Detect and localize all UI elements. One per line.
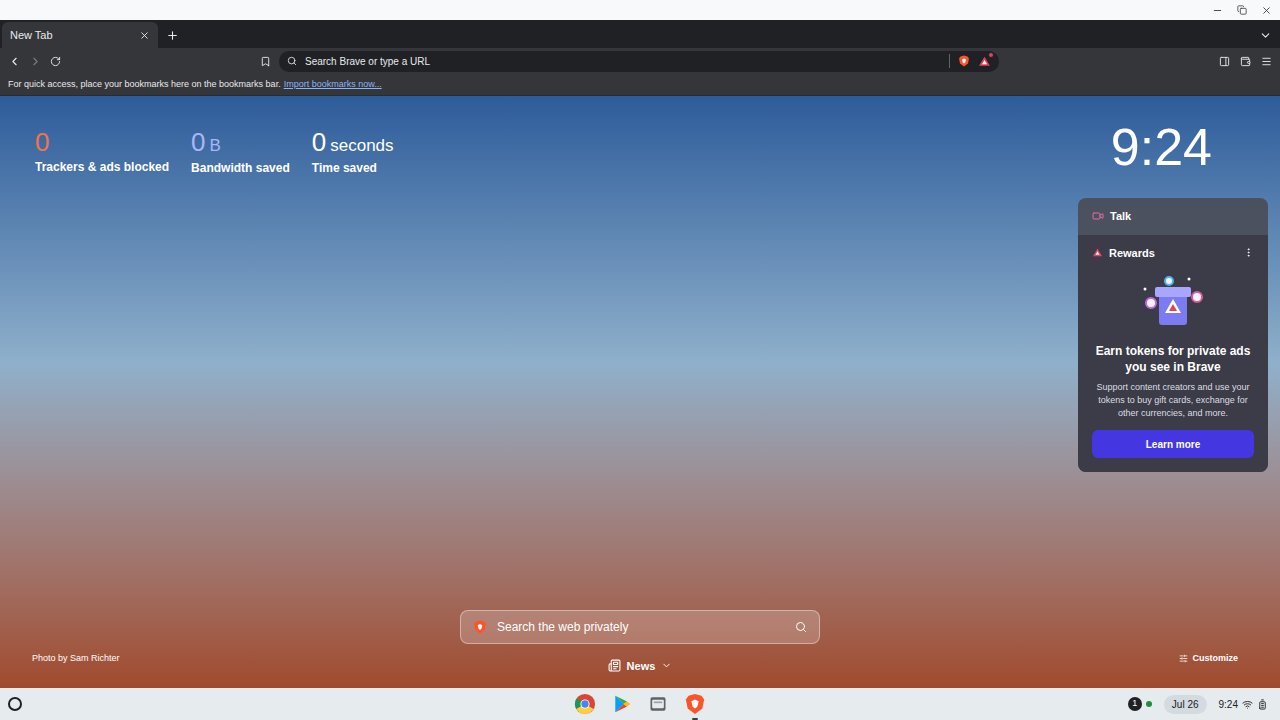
tab-close-icon[interactable] xyxy=(139,30,150,41)
bookmarks-bar: For quick access, place your bookmarks h… xyxy=(0,74,1280,96)
stat-unit: B xyxy=(210,133,221,159)
stat-item: 0Trackers & ads blocked xyxy=(35,126,169,177)
customize-button[interactable]: Customize xyxy=(843,650,1248,666)
stat-item: 0BBandwidth saved xyxy=(191,126,290,177)
learn-more-button[interactable]: Learn more xyxy=(1092,430,1254,458)
back-icon[interactable] xyxy=(8,55,21,68)
running-indicator xyxy=(692,718,698,720)
news-icon xyxy=(608,659,621,672)
bookmarks-message: For quick access, place your bookmarks h… xyxy=(8,78,281,92)
rewards-heading: Earn tokens for private ads you see in B… xyxy=(1092,343,1254,375)
widget-title: Talk xyxy=(1110,208,1131,225)
stat-value: 0 xyxy=(191,126,205,158)
search-brave-icon xyxy=(473,620,487,634)
tab-title: New Tab xyxy=(10,27,53,44)
search-placeholder: Search the web privately xyxy=(497,618,785,636)
widget-menu-icon[interactable] xyxy=(1243,247,1254,258)
photo-credit[interactable]: Photo by Sam Richter xyxy=(32,650,437,666)
widget-card[interactable]: Rewards Earn tokens for private ads you s… xyxy=(1078,235,1268,473)
stat-value: 0 xyxy=(35,126,49,158)
widget-card[interactable]: Talk xyxy=(1078,198,1268,235)
shelf-app[interactable] xyxy=(684,693,706,715)
sidebar-icon[interactable] xyxy=(1219,56,1230,67)
import-bookmarks-link[interactable]: Import bookmarks now... xyxy=(284,78,382,92)
new-tab-page: 0Trackers & ads blocked0BBandwidth saved… xyxy=(0,96,1280,688)
brave-app-icon xyxy=(684,693,706,715)
shelf-date[interactable]: Jul 26 xyxy=(1164,695,1207,714)
reload-icon[interactable] xyxy=(50,56,61,67)
running-indicator xyxy=(619,717,625,719)
search-submit-icon[interactable] xyxy=(795,621,807,633)
notification-area[interactable]: 1 xyxy=(1124,697,1156,711)
notification-count: 1 xyxy=(1128,697,1142,711)
menu-icon[interactable] xyxy=(1261,56,1272,67)
tab-search-icon[interactable] xyxy=(1259,29,1272,42)
system-tray[interactable]: 9:24 xyxy=(1215,697,1272,712)
minimize-icon[interactable] xyxy=(1212,5,1223,16)
status-dot xyxy=(1146,701,1152,707)
shields-icon xyxy=(958,55,970,67)
tab-strip: New Tab xyxy=(0,20,1280,48)
widget-stack: Talk Rewards Earn tokens for private ads y… xyxy=(1078,198,1268,472)
restore-icon[interactable] xyxy=(1237,5,1247,15)
search-box[interactable]: Search the web privately xyxy=(460,610,820,644)
news-button[interactable]: News xyxy=(437,650,842,675)
running-indicator xyxy=(655,717,661,719)
screen: New Tab Search Brave or type a URL For qui… xyxy=(0,0,1280,720)
wifi-icon xyxy=(1242,699,1253,710)
stat-label: Time saved xyxy=(312,159,394,177)
stat-label: Trackers & ads blocked xyxy=(35,158,169,176)
stat-label: Bandwidth saved xyxy=(191,159,290,177)
customize-label: Customize xyxy=(1192,652,1238,666)
forward-icon[interactable] xyxy=(29,55,42,68)
battery-icon xyxy=(1257,699,1268,710)
running-indicator xyxy=(582,718,588,720)
news-chevron-icon xyxy=(661,660,672,671)
close-window-icon[interactable] xyxy=(1261,5,1272,16)
rewards-button[interactable] xyxy=(978,55,991,68)
clock: 9:24 xyxy=(1111,118,1268,176)
rewards-notification-dot xyxy=(988,52,994,58)
toolbar: Search Brave or type a URL xyxy=(0,48,1280,74)
shelf-app[interactable] xyxy=(574,693,596,715)
chrome-icon xyxy=(574,693,596,715)
wallet-icon[interactable] xyxy=(1240,56,1251,67)
rewards-illustration-icon xyxy=(1137,271,1209,333)
talk-icon xyxy=(1092,210,1104,222)
shelf: 1 Jul 26 9:24 xyxy=(0,688,1280,720)
news-label: News xyxy=(627,658,656,675)
shields-button[interactable] xyxy=(958,55,970,67)
stat-value: 0 xyxy=(312,126,326,158)
stat-item: 0secondsTime saved xyxy=(312,126,394,177)
play-store-icon xyxy=(612,694,632,714)
search-icon xyxy=(287,56,297,66)
new-tab-icon[interactable] xyxy=(166,29,179,42)
address-bar[interactable]: Search Brave or type a URL xyxy=(279,51,999,72)
launcher-button[interactable] xyxy=(8,697,22,711)
rewards-triangle-icon xyxy=(1092,247,1103,258)
stats-group: 0Trackers & ads blocked0BBandwidth saved… xyxy=(0,96,394,177)
window-caption-bar xyxy=(0,0,1280,20)
rewards-body: Support content creators and use your to… xyxy=(1092,381,1254,420)
shelf-app[interactable] xyxy=(648,694,668,714)
customize-icon xyxy=(1179,654,1188,663)
bookmark-icon[interactable] xyxy=(260,56,271,67)
files-app-icon xyxy=(648,694,668,714)
address-placeholder: Search Brave or type a URL xyxy=(305,54,941,69)
stat-unit: seconds xyxy=(330,133,393,159)
shelf-app[interactable] xyxy=(612,694,632,714)
shelf-time: 9:24 xyxy=(1219,697,1238,712)
widget-title: Rewards xyxy=(1109,245,1155,262)
browser-tab[interactable]: New Tab xyxy=(2,22,158,48)
